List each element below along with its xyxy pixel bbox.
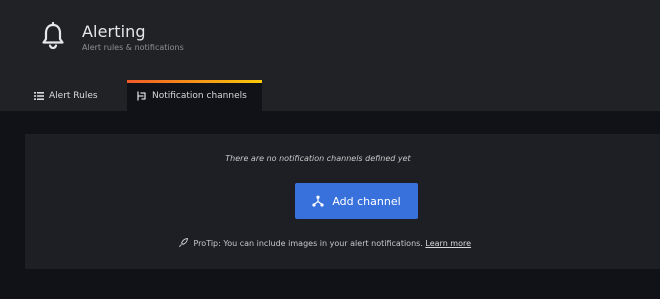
- empty-state-panel: There are no notification channels defin…: [25, 134, 660, 269]
- page-title: Alerting: [82, 22, 146, 41]
- channels-icon: [137, 90, 147, 101]
- add-channel-button[interactable]: Add channel: [295, 183, 418, 219]
- protip: ProTip: You can include images in your a…: [25, 237, 625, 249]
- page-subtitle: Alert rules & notifications: [82, 43, 184, 52]
- protip-text: ProTip: You can include images in your a…: [193, 239, 423, 248]
- list-icon: [34, 91, 44, 100]
- active-tab-indicator: [127, 80, 262, 83]
- page-header: Alerting Alert rules & notifications Ale…: [0, 0, 660, 111]
- rocket-icon: [179, 237, 189, 249]
- empty-state-message: There are no notification channels defin…: [225, 154, 411, 163]
- alerting-page: Alerting Alert rules & notifications Ale…: [0, 0, 660, 299]
- tab-alert-rules-label: Alert Rules: [49, 90, 98, 101]
- bell-icon: [37, 20, 69, 52]
- tab-notification-channels-label: Notification channels: [152, 90, 247, 101]
- add-channel-label: Add channel: [332, 194, 401, 208]
- channel-add-icon: [312, 195, 324, 207]
- tab-notification-channels[interactable]: Notification channels: [127, 80, 262, 111]
- tab-alert-rules[interactable]: Alert Rules: [34, 80, 98, 111]
- learn-more-link[interactable]: Learn more: [425, 239, 471, 248]
